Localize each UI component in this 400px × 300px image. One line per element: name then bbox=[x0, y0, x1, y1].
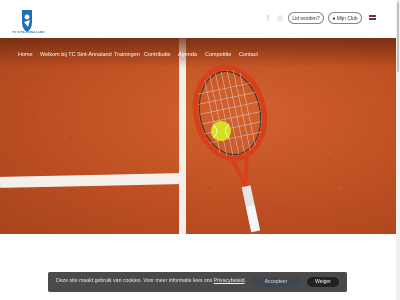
nav-item-welkom[interactable]: Welkom bij TC Sint-Annaland bbox=[40, 52, 112, 58]
nav-item-contact[interactable]: Contact bbox=[239, 52, 258, 58]
hero-image: Home Welkom bij TC Sint-Annaland Trainin… bbox=[0, 38, 396, 234]
nav-item-home[interactable]: Home bbox=[18, 52, 33, 58]
cookie-text: Deze site maakt gebruik van cookies. Voo… bbox=[56, 278, 214, 284]
mijn-club-label: Mijn Club bbox=[336, 16, 358, 22]
accept-cookies-button[interactable]: Accepteer bbox=[251, 277, 301, 287]
refuse-cookies-button[interactable]: Weiger bbox=[307, 277, 339, 287]
cookie-message: Deze site maakt gebruik van cookies. Voo… bbox=[56, 278, 246, 284]
logo-text: TC SITE-ANNALAND bbox=[12, 30, 45, 34]
nav-item-agenda[interactable]: Agenda bbox=[178, 52, 197, 58]
cookie-text-suffix: . bbox=[244, 278, 247, 284]
cookie-banner: Deze site maakt gebruik van cookies. Voo… bbox=[48, 272, 347, 292]
site-header: TC SITE-ANNALAND f ◎ Lid worden? ● Mijn … bbox=[0, 0, 396, 38]
nl-flag-icon[interactable] bbox=[369, 15, 376, 20]
scrollbar-thumb[interactable] bbox=[397, 2, 399, 72]
facebook-icon[interactable]: f bbox=[267, 14, 269, 23]
instagram-icon[interactable]: ◎ bbox=[277, 14, 283, 22]
nav-item-competitie[interactable]: Competitie bbox=[205, 52, 231, 58]
privacy-link[interactable]: Privacybeleid bbox=[214, 278, 245, 284]
main-navigation: Home Welkom bij TC Sint-Annaland Trainin… bbox=[0, 52, 396, 62]
mijn-club-button[interactable]: ● Mijn Club bbox=[328, 12, 362, 24]
user-icon: ● bbox=[332, 16, 336, 22]
lid-worden-label: Lid worden? bbox=[292, 16, 320, 22]
nav-item-trainingen[interactable]: Trainingen bbox=[114, 52, 140, 58]
nav-item-contributie[interactable]: Contributie bbox=[144, 52, 171, 58]
lid-worden-button[interactable]: Lid worden? bbox=[288, 12, 324, 24]
